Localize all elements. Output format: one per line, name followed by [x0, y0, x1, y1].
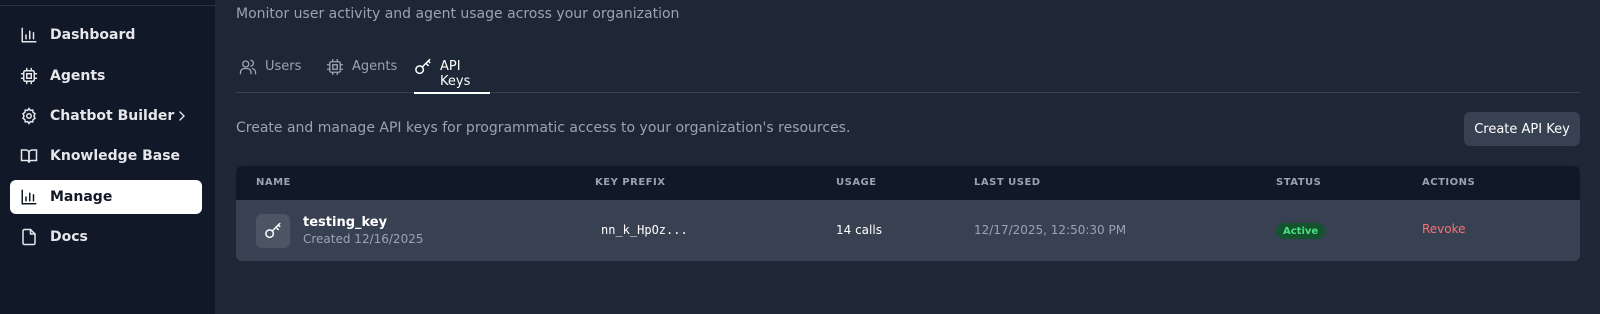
- column-header-last-used: LAST USED: [974, 177, 1041, 188]
- cpu-icon: [326, 58, 344, 76]
- tab-api-keys[interactable]: API Keys: [414, 50, 490, 94]
- sidebar-item-label: Dashboard: [50, 27, 136, 43]
- column-header-status: STATUS: [1276, 177, 1322, 188]
- book-icon: [20, 149, 38, 163]
- main-content: Monitor user activity and agent usage ac…: [216, 0, 1600, 314]
- key-icon: [265, 222, 281, 239]
- file-icon: [22, 228, 36, 246]
- sidebar-item-label: Manage: [50, 189, 113, 205]
- gear-icon: [22, 107, 36, 125]
- api-keys-description: Create and manage API keys for programma…: [236, 120, 851, 136]
- tab-bar: Users Agents API Keys: [236, 50, 1580, 94]
- key-usage: 14 calls: [836, 223, 882, 237]
- sidebar-item-docs[interactable]: Docs: [10, 220, 202, 254]
- sidebar-item-chatbot-builder[interactable]: Chatbot Builder: [10, 99, 202, 133]
- create-api-key-button[interactable]: Create API Key: [1464, 112, 1580, 146]
- key-created-date: Created 12/16/2025: [303, 232, 424, 246]
- bar-chart-icon: [21, 27, 37, 43]
- key-avatar: [256, 214, 290, 248]
- table-row: testing_key Created 12/16/2025 nn_k_HpOz…: [236, 200, 1580, 261]
- api-keys-table: NAME KEY PREFIX USAGE LAST USED STATUS A…: [236, 166, 1580, 261]
- sidebar-item-label: Chatbot Builder: [50, 108, 175, 124]
- column-header-key-prefix: KEY PREFIX: [595, 177, 666, 188]
- key-last-used: 12/17/2025, 12:50:30 PM: [974, 223, 1127, 237]
- cpu-icon: [20, 67, 38, 85]
- tab-label: API Keys: [440, 59, 471, 89]
- column-header-actions: ACTIONS: [1422, 177, 1476, 188]
- tab-agents[interactable]: Agents: [326, 50, 397, 93]
- key-prefix: nn_k_HpOz...: [601, 223, 688, 237]
- status-badge: Active: [1276, 223, 1326, 239]
- page-subtitle: Monitor user activity and agent usage ac…: [236, 6, 680, 22]
- table-header: NAME KEY PREFIX USAGE LAST USED STATUS A…: [236, 166, 1580, 200]
- sidebar-item-label: Docs: [50, 229, 88, 245]
- sidebar-item-label: Agents: [50, 68, 106, 84]
- sidebar-item-knowledge-base[interactable]: Knowledge Base: [10, 139, 202, 173]
- tab-users[interactable]: Users: [239, 50, 301, 93]
- sidebar-item-agents[interactable]: Agents: [10, 59, 202, 93]
- sidebar-divider: [0, 5, 216, 6]
- key-name: testing_key: [303, 215, 388, 230]
- column-header-name: NAME: [256, 177, 291, 188]
- users-icon: [239, 59, 257, 75]
- tab-label: Users: [265, 59, 302, 74]
- chevron-right-icon: [179, 111, 185, 121]
- column-header-usage: USAGE: [836, 177, 877, 188]
- key-icon: [415, 58, 431, 75]
- sidebar-item-dashboard[interactable]: Dashboard: [10, 18, 202, 52]
- sidebar: Dashboard Agents Chatbot Builder Knowled…: [0, 0, 216, 314]
- sidebar-item-manage[interactable]: Manage: [10, 180, 202, 214]
- revoke-link[interactable]: Revoke: [1422, 222, 1466, 236]
- bar-chart-icon: [21, 189, 37, 205]
- tab-label: Agents: [352, 59, 398, 74]
- sidebar-item-label: Knowledge Base: [50, 148, 181, 164]
